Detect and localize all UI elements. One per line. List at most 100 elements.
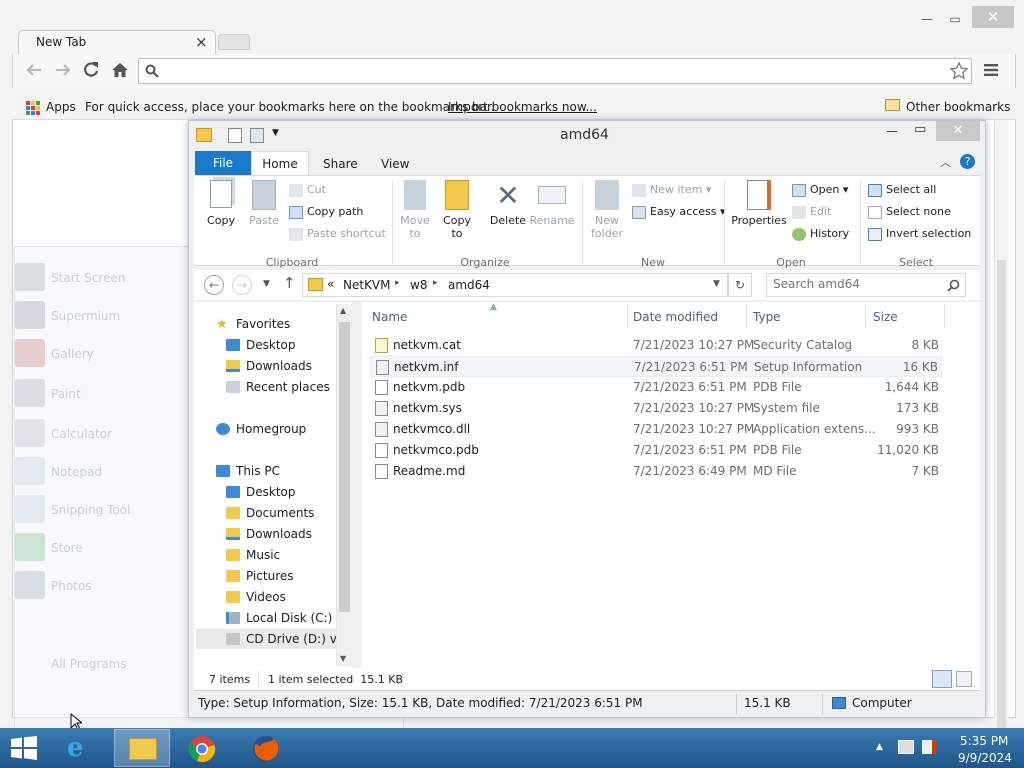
omnibox[interactable] <box>138 58 972 84</box>
tab-view[interactable]: View <box>381 157 409 171</box>
nav-pc-local-disk[interactable]: Local Disk (C:) <box>246 611 332 625</box>
tab-file[interactable]: File <box>195 151 251 175</box>
taskbar-date[interactable]: 9/9/2024 <box>958 751 1012 765</box>
taskbar-explorer-button[interactable] <box>114 729 170 767</box>
scroll-down-icon[interactable]: ▼ <box>340 654 346 663</box>
file-row[interactable]: netkvm.cat 7/21/2023 10:27 PM Security C… <box>370 335 942 356</box>
chrome-close-button[interactable]: ✕ <box>972 6 1014 28</box>
paste-shortcut-button[interactable]: Paste shortcut <box>289 227 386 241</box>
other-bookmarks[interactable]: Other bookmarks <box>906 100 1010 114</box>
search-input[interactable] <box>773 277 943 291</box>
cut-button[interactable]: Cut <box>289 183 326 197</box>
explorer-maximize-button[interactable]: ▭ <box>914 122 926 137</box>
menu-icon[interactable] <box>984 64 998 76</box>
breadcrumb-amd64[interactable]: amd64 <box>448 278 490 292</box>
breadcrumb-chevron-icon[interactable]: ▸ <box>433 278 438 288</box>
minimize-button[interactable]: — <box>914 10 940 28</box>
properties-quick-icon[interactable] <box>228 128 242 143</box>
delete-button[interactable]: ✕ Delete <box>488 180 528 228</box>
search-icon[interactable] <box>947 279 960 292</box>
volume-muted-icon[interactable] <box>922 740 936 754</box>
tab-close-icon[interactable]: × <box>195 33 208 51</box>
nav-pc-desktop[interactable]: Desktop <box>246 485 296 499</box>
nav-pc-downloads[interactable]: Downloads <box>246 527 312 541</box>
address-prefix[interactable]: « <box>327 277 334 291</box>
address-dropdown-icon[interactable]: ▼ <box>713 279 720 289</box>
column-separator[interactable] <box>944 304 945 328</box>
new-item-button[interactable]: New item ▾ <box>632 183 711 197</box>
new-folder-quick-icon[interactable] <box>250 128 264 143</box>
file-row[interactable]: netkvm.pdb 7/21/2023 6:51 PM PDB File 1,… <box>370 377 942 398</box>
properties-button[interactable]: Properties <box>730 180 788 227</box>
breadcrumb-w8[interactable]: w8 <box>410 278 427 292</box>
edit-button[interactable]: Edit <box>792 205 831 219</box>
search-box[interactable] <box>766 273 966 297</box>
column-separator[interactable] <box>746 304 747 328</box>
taskbar-time[interactable]: 5:35 PM <box>960 734 1008 748</box>
up-button[interactable]: ↑ <box>283 274 296 292</box>
details-view-icon[interactable] <box>932 670 952 688</box>
file-row[interactable]: Readme.md 7/21/2023 6:49 PM MD File 7 KB <box>370 461 942 482</box>
windows-start-icon[interactable] <box>10 736 38 760</box>
maximize-button[interactable]: ▭ <box>942 10 968 28</box>
column-separator[interactable] <box>627 304 628 328</box>
star-icon[interactable] <box>949 61 969 81</box>
network-icon[interactable] <box>898 740 914 754</box>
explorer-minimize-button[interactable]: — <box>886 124 898 138</box>
column-name[interactable]: Name <box>372 310 407 324</box>
home-icon[interactable] <box>111 61 129 78</box>
nav-homegroup[interactable]: Homegroup <box>236 422 306 436</box>
nav-pc-pictures[interactable]: Pictures <box>246 569 294 583</box>
tab-home[interactable]: Home <box>251 151 309 176</box>
select-all-button[interactable]: Select all <box>868 183 936 197</box>
nav-scroll-thumb[interactable] <box>339 322 350 612</box>
select-none-button[interactable]: Select none <box>868 205 951 219</box>
large-icons-view-icon[interactable] <box>956 671 972 687</box>
nav-fav-desktop[interactable]: Desktop <box>246 338 296 352</box>
copy-to-button[interactable]: Copy to <box>438 180 476 240</box>
collapse-ribbon-icon[interactable]: ︿ <box>940 154 951 170</box>
taskbar-chrome-button[interactable] <box>174 729 230 767</box>
apps-link[interactable]: Apps <box>46 100 76 114</box>
file-row[interactable]: netkvmco.dll 7/21/2023 10:27 PM Applicat… <box>370 419 942 440</box>
new-folder-button[interactable]: New folder <box>588 180 626 240</box>
new-tab-button[interactable] <box>218 34 250 50</box>
explorer-close-button[interactable]: ✕ <box>936 121 980 141</box>
taskbar-firefox-button[interactable] <box>238 729 294 767</box>
recent-locations-icon[interactable]: ▼ <box>263 279 270 289</box>
breadcrumb-chevron-icon[interactable]: ▸ <box>395 278 400 288</box>
nav-this-pc[interactable]: This PC <box>236 464 280 478</box>
rename-button[interactable]: Rename <box>529 180 575 227</box>
help-icon[interactable]: ? <box>960 154 975 169</box>
reload-icon[interactable] <box>82 61 100 79</box>
nav-scrollbar[interactable]: ▲ ▼ <box>336 304 352 666</box>
column-date[interactable]: Date modified <box>633 310 718 324</box>
column-separator[interactable] <box>865 304 866 328</box>
tab-new-tab[interactable]: New Tab × <box>18 30 216 54</box>
apps-icon[interactable] <box>26 100 40 115</box>
forward-icon[interactable] <box>53 62 73 78</box>
tab-share[interactable]: Share <box>323 157 358 171</box>
breadcrumb-netkvm[interactable]: NetKVM <box>343 278 391 292</box>
tray-expand-icon[interactable]: ▲ <box>876 742 883 752</box>
easy-access-button[interactable]: Easy access ▾ <box>632 205 726 219</box>
file-row[interactable]: netkvm.sys 7/21/2023 10:27 PM System fil… <box>370 398 942 419</box>
open-button[interactable]: Open ▾ <box>792 183 848 197</box>
nav-fav-downloads[interactable]: Downloads <box>246 359 312 373</box>
back-icon[interactable] <box>24 62 44 78</box>
refresh-button[interactable]: ↻ <box>728 273 752 297</box>
nav-favorites[interactable]: Favorites <box>236 317 290 331</box>
history-button[interactable]: History <box>792 227 849 241</box>
back-button[interactable]: ← <box>204 275 224 295</box>
qat-dropdown-icon[interactable]: ▼ <box>272 128 279 138</box>
nav-pc-documents[interactable]: Documents <box>246 506 314 520</box>
move-to-button[interactable]: Move to <box>398 180 432 240</box>
import-bookmarks-link[interactable]: Import bookmarks now... <box>448 100 597 114</box>
file-row-selected[interactable]: netkvm.inf 7/21/2023 6:51 PM Setup Infor… <box>370 356 942 377</box>
taskbar-ie-button[interactable]: e <box>54 729 110 767</box>
nav-pc-videos[interactable]: Videos <box>246 590 286 604</box>
invert-selection-button[interactable]: Invert selection <box>868 227 971 241</box>
copy-path-button[interactable]: Copy path <box>289 205 363 219</box>
address-bar[interactable]: « NetKVM ▸ w8 ▸ amd64 ▼ <box>302 273 728 297</box>
forward-button[interactable]: → <box>232 275 252 295</box>
